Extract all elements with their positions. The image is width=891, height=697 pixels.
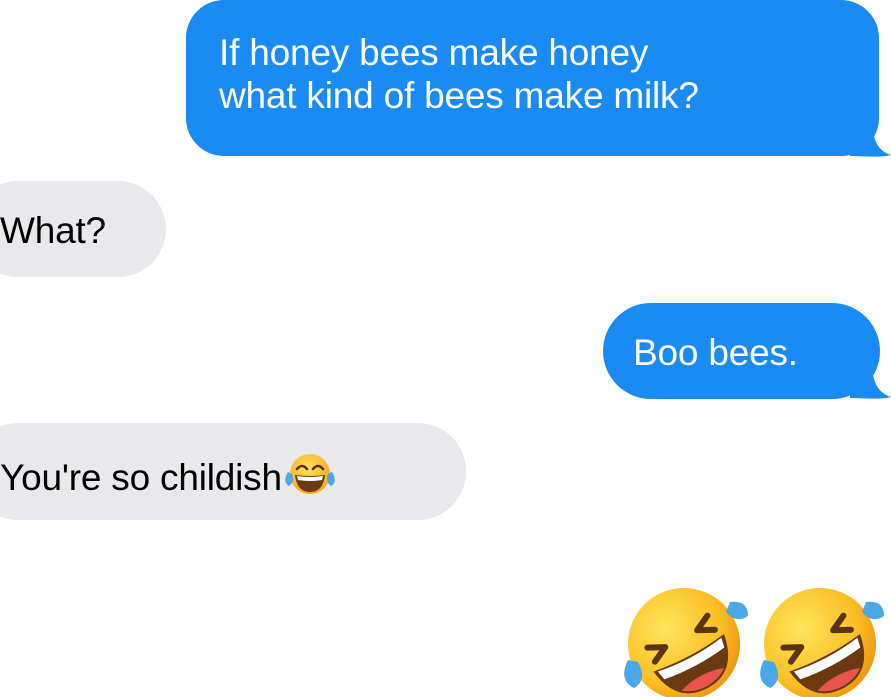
rolling-on-the-floor-laughing-icon[interactable] — [622, 580, 750, 697]
message-text-line: If honey bees make honey — [219, 32, 649, 73]
rolling-on-the-floor-laughing-icon[interactable] — [758, 580, 886, 697]
message-text: What? — [0, 210, 106, 251]
message-text: Boo bees. — [633, 332, 798, 373]
received-message-bubble[interactable]: You're so childish — [0, 423, 466, 520]
sent-message-bubble[interactable]: If honey bees make honey what kind of be… — [186, 0, 879, 156]
sent-message-bubble[interactable]: Boo bees. — [603, 303, 880, 399]
message-text-line: what kind of bees make milk? — [219, 75, 699, 116]
face-with-tears-of-joy-icon — [285, 454, 335, 494]
received-message-bubble[interactable]: What? — [0, 181, 166, 277]
message-text: You're so childish — [0, 457, 282, 498]
